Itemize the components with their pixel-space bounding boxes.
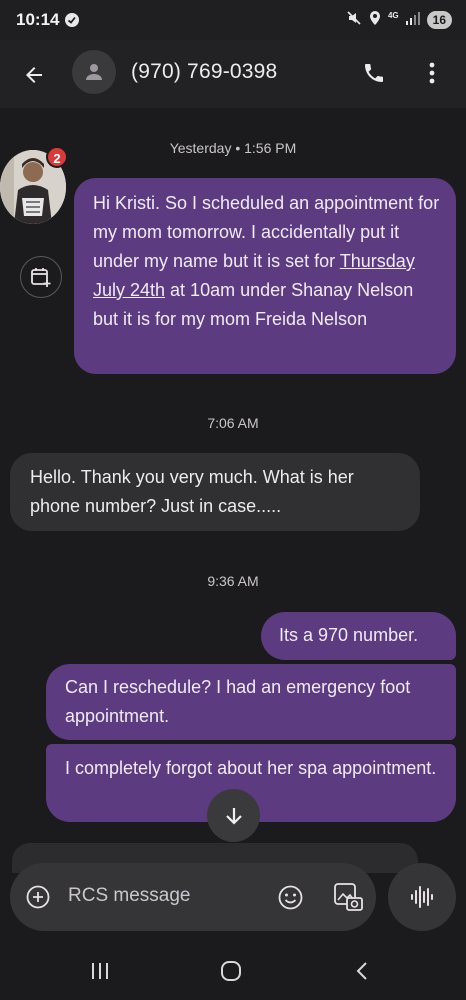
emoji-icon [278,885,303,910]
calendar-add-icon [31,268,51,287]
more-options-button[interactable] [418,57,446,89]
status-bar: 10:14 4G 16 [0,0,466,40]
call-button[interactable] [358,57,390,89]
message-bubble-outgoing[interactable]: Hi Kristi. So I scheduled an appointment… [74,178,456,374]
add-to-calendar-button[interactable] [20,256,62,298]
voice-message-button[interactable] [388,863,456,931]
message-text: I completely forgot about her spa appoin… [65,758,437,778]
signal-icon [405,11,421,30]
gallery-button[interactable] [332,881,364,913]
home-button[interactable] [217,959,245,983]
message-text: Its a 970 number. [279,625,419,645]
recents-button[interactable] [86,959,114,983]
arrow-back-icon [26,67,42,83]
message-text: Can I reschedule? I had an emergency foo… [65,677,411,726]
arrow-down-icon [225,807,242,825]
message-input[interactable]: RCS message [68,885,191,907]
message-bubble-outgoing[interactable]: Its a 970 number. [261,612,456,660]
person-icon [86,64,102,80]
back-button[interactable] [18,59,50,91]
status-icons: 4G 16 [346,10,452,30]
contact-title[interactable]: (970) 769-0398 [131,60,277,84]
location-icon [368,10,382,31]
network-type: 4G [387,11,399,20]
battery-indicator: 16 [426,11,452,29]
add-attachment-button[interactable] [26,885,50,909]
timestamp: 7:06 AM [207,415,259,431]
message-bubble-incoming[interactable]: Hello. Thank you very much. What is her … [10,453,420,531]
phone-icon [365,64,383,82]
back-nav-button[interactable] [348,959,376,983]
message-composer: RCS message [10,863,376,931]
timestamp: Yesterday • 1:56 PM [169,140,297,156]
unread-badge: 2 [46,146,68,168]
system-navigation-bar [0,942,466,1000]
message-text: Hello. Thank you very much. What is her … [30,467,354,516]
audio-waveform-icon [411,886,433,908]
contact-avatar[interactable] [72,50,116,94]
recents-icon [92,963,108,979]
gallery-camera-icon [334,883,363,911]
home-icon [221,961,241,981]
more-vert-icon [429,62,435,84]
mute-icon [346,10,362,31]
add-circle-icon [26,885,50,909]
timestamp: 9:36 AM [207,573,259,589]
conversation-header: (970) 769-0398 [0,40,466,108]
messages-notification-icon [64,12,80,33]
emoji-button[interactable] [278,885,303,910]
scroll-to-bottom-button[interactable] [207,789,260,842]
back-chevron-icon [356,962,367,980]
message-bubble-outgoing[interactable]: Can I reschedule? I had an emergency foo… [46,664,456,740]
status-time: 10:14 [16,10,60,29]
